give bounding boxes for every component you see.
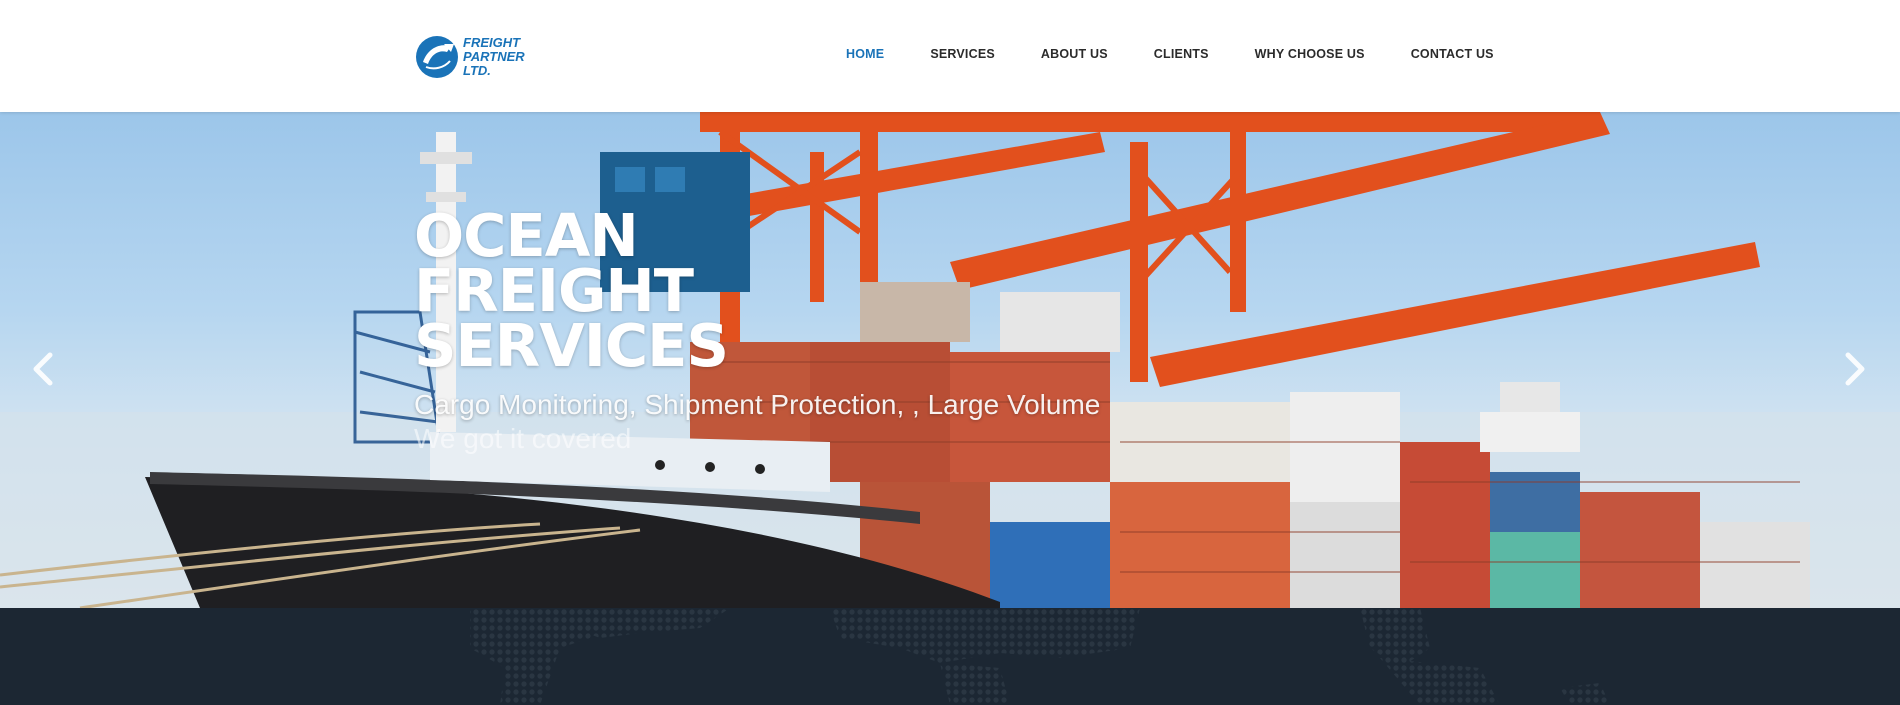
hero-title-line-1: OCEAN [414, 201, 639, 270]
nav-why-choose-us[interactable]: WHY CHOOSE US [1232, 44, 1388, 64]
world-map-section [0, 608, 1900, 705]
nav-about-us[interactable]: ABOUT US [1018, 44, 1131, 64]
hero-title: OCEAN FREIGHT SERVICES [414, 201, 729, 380]
logo-line-3: LTD. [463, 63, 491, 78]
nav-home[interactable]: HOME [823, 44, 907, 64]
slider-next-button[interactable] [1836, 344, 1876, 394]
globe-logo-icon [416, 36, 458, 78]
hero-tagline: We got it covered [414, 423, 632, 454]
hero-slider: OCEAN FREIGHT SERVICES Cargo Monitoring,… [0, 112, 1900, 608]
hero-background-image [0, 112, 1900, 608]
logo-text: FREIGHT PARTNER LTD. [463, 36, 525, 78]
hero-subtitle: Cargo Monitoring, Shipment Protection, ,… [414, 389, 1101, 420]
world-map-dots-image [470, 608, 1610, 705]
main-nav: HOME SERVICES ABOUT US CLIENTS WHY CHOOS… [823, 44, 1517, 64]
nav-contact-us[interactable]: CONTACT US [1388, 44, 1517, 64]
hero-title-line-2: FREIGHT [414, 256, 694, 325]
chevron-left-icon [33, 352, 53, 386]
nav-clients[interactable]: CLIENTS [1131, 44, 1232, 64]
nav-services[interactable]: SERVICES [907, 44, 1018, 64]
site-header: FREIGHT PARTNER LTD. HOME SERVICES ABOUT… [0, 0, 1900, 112]
chevron-right-icon [1845, 352, 1865, 386]
logo-link[interactable]: FREIGHT PARTNER LTD. [414, 34, 525, 80]
slider-prev-button[interactable] [22, 344, 62, 394]
logo-line-2: PARTNER [463, 49, 525, 64]
logo-line-1: FREIGHT [463, 35, 521, 50]
hero-title-line-3: SERVICES [414, 311, 729, 380]
